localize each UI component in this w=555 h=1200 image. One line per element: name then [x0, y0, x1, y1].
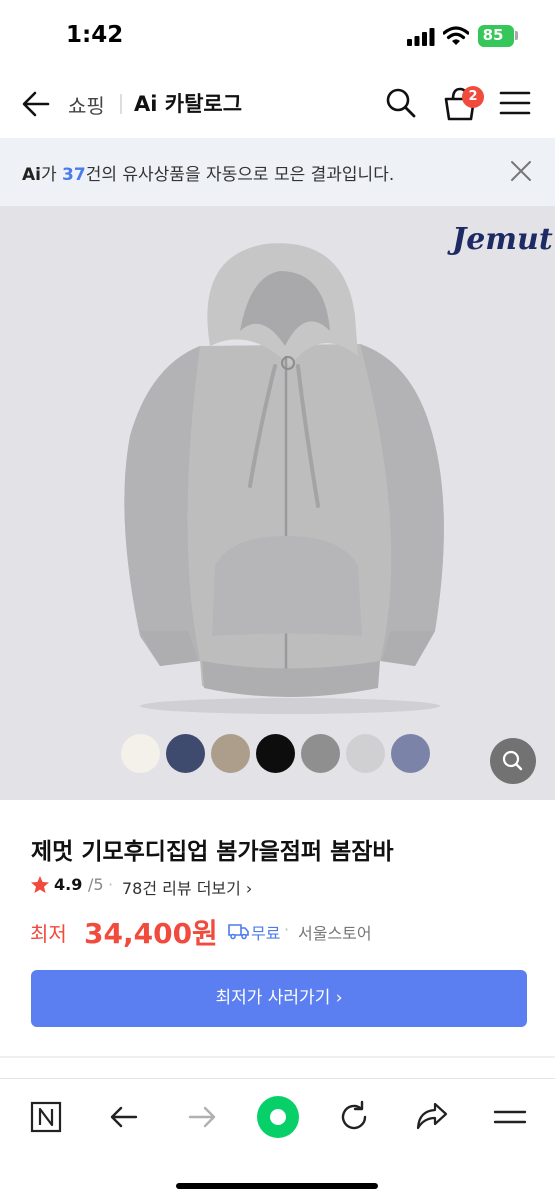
- product-image[interactable]: Jemut: [0, 206, 555, 800]
- rating-max: /5: [88, 875, 104, 894]
- page-title: Ai 카탈로그: [134, 92, 243, 116]
- forward-icon: [188, 1106, 216, 1128]
- header-divider: [120, 94, 122, 114]
- star-icon: [31, 876, 49, 893]
- wifi-icon: [443, 26, 469, 45]
- swatch-gray[interactable]: [301, 734, 340, 773]
- menu-icon[interactable]: [492, 1099, 528, 1135]
- cellular-signal-icon: [407, 28, 435, 46]
- rating-value: 4.9: [54, 875, 83, 894]
- section-divider: [0, 1056, 555, 1058]
- home-indicator: [176, 1183, 378, 1189]
- swatch-beige[interactable]: [211, 734, 250, 773]
- menu-icon[interactable]: [498, 88, 532, 118]
- swatch-ivory[interactable]: [121, 734, 160, 773]
- refresh-icon[interactable]: [336, 1099, 372, 1135]
- zoom-button[interactable]: [490, 738, 536, 784]
- rating-separator: ·: [108, 875, 114, 894]
- price-value: 34,400원: [84, 917, 218, 950]
- battery-level: 85: [482, 26, 504, 44]
- status-bar: 1:42 85: [0, 0, 555, 72]
- product-info: 제멋 기모후디집업 봄가을점퍼 봄잠바 4.9 /5 · 78건 리뷰 더보기 …: [0, 800, 555, 1056]
- battery-indicator: 85: [478, 25, 514, 47]
- delivery-separator: ·: [284, 920, 290, 939]
- arrow-left-icon[interactable]: [18, 86, 54, 122]
- swatch-lavender[interactable]: [391, 734, 430, 773]
- n-home-icon[interactable]: [28, 1099, 64, 1135]
- status-time: 1:42: [66, 22, 124, 48]
- share-icon[interactable]: [414, 1099, 450, 1135]
- back-icon[interactable]: [106, 1099, 142, 1135]
- search-icon[interactable]: [384, 86, 418, 120]
- ai-notice-text-2: 건의 유사상품을 자동으로 모은 결과입니다.: [85, 165, 395, 185]
- similar-count: 37: [62, 165, 86, 185]
- delivery-fee: 무료: [251, 924, 281, 943]
- store-name[interactable]: 서울스토어: [298, 920, 372, 944]
- browser-toolbar: [0, 1078, 555, 1200]
- ai-mark: Ai: [22, 165, 41, 185]
- shop-link[interactable]: 쇼핑: [68, 90, 105, 119]
- ai-notice-bar: Ai가 37건의 유사상품을 자동으로 모은 결과입니다.: [0, 138, 555, 206]
- zoom-search-icon: [502, 750, 523, 771]
- ai-notice-text-1: 가: [40, 165, 63, 185]
- price-label: 최저: [30, 922, 67, 946]
- battery-cap: [515, 31, 518, 40]
- nav-header: 쇼핑 Ai 카탈로그 2: [0, 72, 555, 138]
- close-icon[interactable]: [508, 158, 534, 184]
- hoodie-image: [124, 243, 444, 714]
- buy-lowest-price-button[interactable]: 최저가 사러가기 ›: [31, 970, 527, 1027]
- product-title[interactable]: 제멋 기모후디집업 봄가을점퍼 봄잠바: [31, 832, 394, 866]
- swatch-black[interactable]: [256, 734, 295, 773]
- swatch-navy[interactable]: [166, 734, 205, 773]
- swatch-light-gray[interactable]: [346, 734, 385, 773]
- truck-icon: [228, 924, 249, 940]
- review-link[interactable]: 78건 리뷰 더보기 ›: [122, 875, 252, 899]
- cart-count-badge: 2: [462, 86, 484, 108]
- green-dot-icon[interactable]: [256, 1095, 300, 1139]
- ai-notice-text: Ai가 37건의 유사상품을 자동으로 모은 결과입니다.: [22, 160, 394, 185]
